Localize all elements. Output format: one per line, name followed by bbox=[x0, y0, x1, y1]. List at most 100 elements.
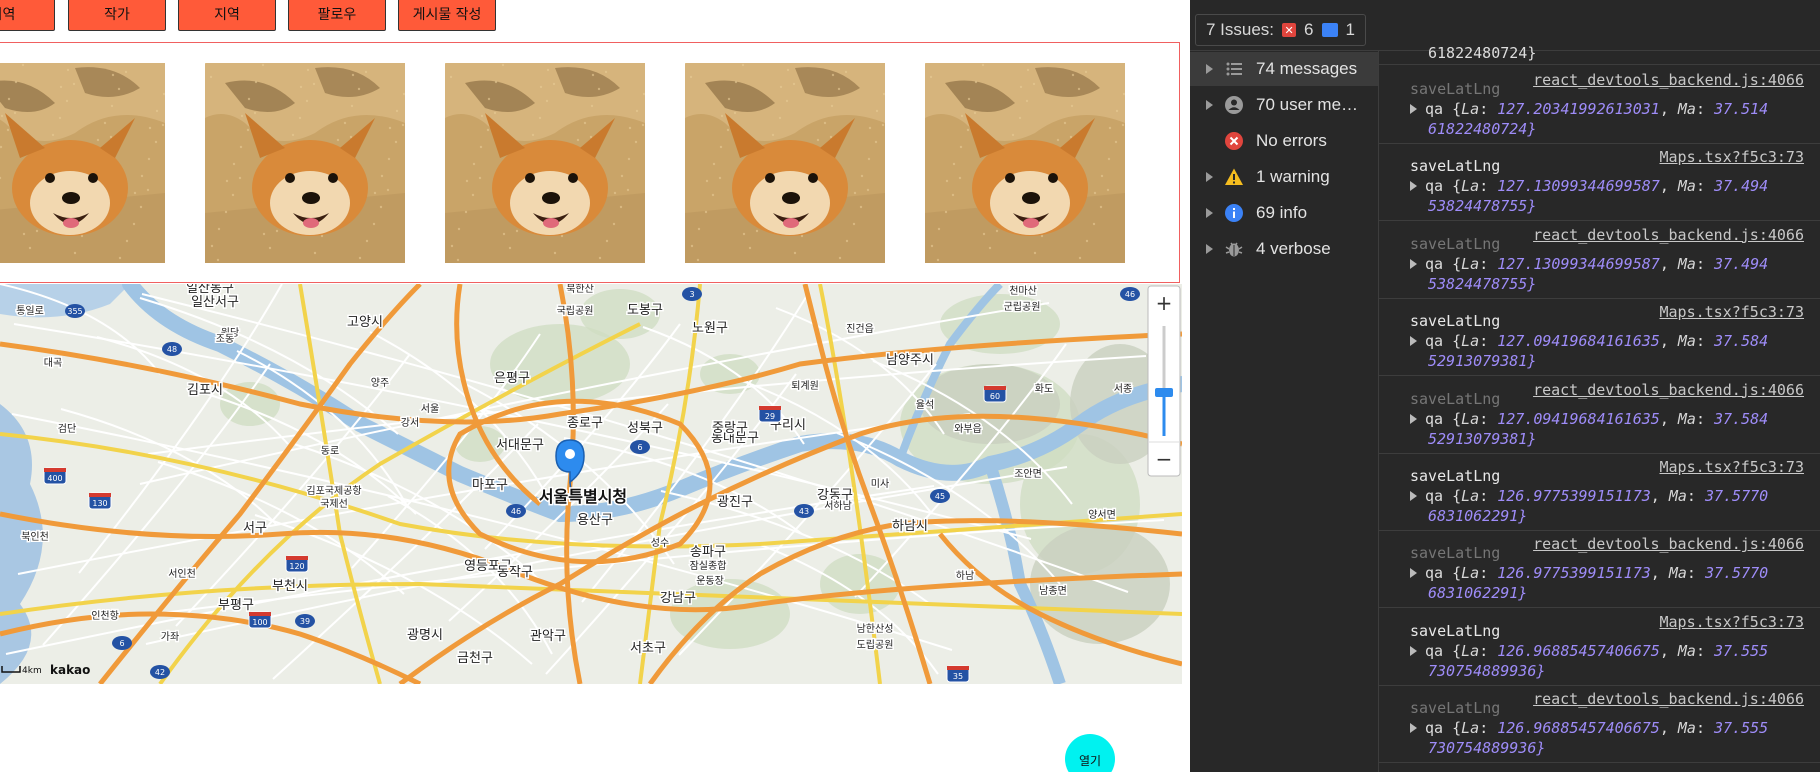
map-place-label: 운동장 bbox=[696, 575, 724, 587]
zoom-out-button[interactable]: − bbox=[1156, 447, 1173, 471]
log-object-line[interactable]: qa {La: 127.13099344699587, Ma: 37.494 bbox=[1410, 254, 1768, 274]
svg-text:355: 355 bbox=[67, 307, 82, 316]
source-link[interactable]: react_devtools_backend.js:4066 bbox=[1533, 70, 1804, 90]
console-separator bbox=[1378, 297, 1820, 299]
expand-arrow-icon[interactable] bbox=[1410, 336, 1417, 347]
dog-photo[interactable] bbox=[925, 63, 1125, 263]
map-place-label: 율석 bbox=[916, 399, 934, 411]
source-link[interactable]: Maps.tsx?f5c3:73 bbox=[1660, 457, 1805, 477]
highway-shield-icon: 130 bbox=[88, 492, 112, 510]
log-object-line[interactable]: qa {La: 126.9775399151173, Ma: 37.5770 bbox=[1410, 486, 1768, 506]
longitude-value: 37.5770 bbox=[1704, 564, 1769, 583]
latitude-value: 126.9775399151173 bbox=[1497, 487, 1651, 505]
svg-text:400: 400 bbox=[47, 474, 62, 483]
log-title: saveLatLng bbox=[1410, 80, 1501, 98]
map-place-label: 남양주시 bbox=[886, 353, 934, 368]
expand-arrow-icon[interactable] bbox=[1206, 64, 1213, 74]
dog-photo[interactable] bbox=[205, 63, 405, 263]
svg-text:45: 45 bbox=[935, 492, 945, 501]
sidebar-filter-list[interactable]: 74 messages bbox=[1190, 52, 1378, 86]
map-place-label: 진건읍 bbox=[846, 323, 874, 335]
expand-arrow-icon[interactable] bbox=[1206, 100, 1213, 110]
sidebar-filter-error[interactable]: No errors bbox=[1190, 124, 1378, 158]
highway-shield-icon: 60 bbox=[983, 385, 1007, 403]
log-object-continuation: 6831062291} bbox=[1428, 584, 1528, 603]
expand-arrow-icon[interactable] bbox=[1410, 491, 1417, 501]
expand-arrow-icon[interactable] bbox=[1410, 104, 1417, 114]
map-place-label: 관악구 bbox=[530, 629, 566, 644]
expand-arrow-icon[interactable] bbox=[1206, 172, 1213, 182]
expand-arrow-icon[interactable] bbox=[1410, 645, 1417, 656]
zoom-slider-handle[interactable] bbox=[1155, 388, 1173, 397]
log-object-continuation: 52913079381} bbox=[1428, 429, 1537, 448]
sidebar-filter-info[interactable]: 69 info bbox=[1190, 196, 1378, 230]
expand-arrow-icon[interactable] bbox=[1410, 258, 1417, 269]
log-object-line[interactable]: qa {La: 126.96885457406675, Ma: 37.555 bbox=[1410, 641, 1768, 661]
sidebar-filter-user[interactable]: 70 user me… bbox=[1190, 88, 1378, 122]
dog-photo[interactable] bbox=[685, 63, 885, 263]
sidebar-filter-label: No errors bbox=[1256, 131, 1327, 150]
log-object-line[interactable]: qa {La: 127.09419684161635, Ma: 37.584 bbox=[1410, 331, 1768, 351]
route-marker-icon: 42 bbox=[150, 665, 170, 679]
expand-arrow-icon[interactable] bbox=[1206, 244, 1213, 254]
source-link[interactable]: react_devtools_backend.js:4066 bbox=[1533, 380, 1804, 400]
map-place-label: 북한산 bbox=[566, 284, 594, 295]
create-post-button[interactable]: 게시물 작성 bbox=[398, 0, 496, 31]
expand-arrow-icon[interactable] bbox=[1410, 568, 1417, 579]
dog-photo[interactable] bbox=[0, 63, 165, 263]
source-link[interactable]: react_devtools_backend.js:4066 bbox=[1533, 534, 1804, 554]
log-title: saveLatLng bbox=[1410, 389, 1501, 408]
dog-photo[interactable] bbox=[445, 63, 645, 263]
source-link[interactable]: Maps.tsx?f5c3:73 bbox=[1660, 302, 1805, 322]
log-object-line[interactable]: qa {La: 127.13099344699587, Ma: 37.494 bbox=[1410, 176, 1768, 196]
error-count-icon: ✕ bbox=[1282, 23, 1297, 37]
map-place-label: 도봉구 bbox=[627, 303, 663, 318]
map-place-label: 금천구 bbox=[457, 651, 493, 666]
map-place-label: 송파구 bbox=[690, 545, 726, 560]
expand-arrow-icon[interactable] bbox=[1206, 208, 1213, 218]
author-button[interactable]: 작가 bbox=[68, 0, 166, 31]
map-place-label: 김포국제공항 bbox=[306, 485, 361, 497]
log-title: saveLatLng bbox=[1410, 234, 1501, 253]
map-place-label: 하남시 bbox=[892, 519, 928, 534]
info-icon bbox=[1224, 203, 1244, 223]
source-link[interactable]: react_devtools_backend.js:4066 bbox=[1533, 225, 1804, 245]
map-place-label: 서대문구 bbox=[496, 438, 544, 453]
svg-text:60: 60 bbox=[990, 392, 1000, 401]
log-title: saveLatLng bbox=[1410, 467, 1501, 485]
map-place-label: 국립공원 bbox=[557, 304, 594, 317]
source-link[interactable]: Maps.tsx?f5c3:73 bbox=[1660, 612, 1805, 632]
sidebar-filter-bug[interactable]: 4 verbose bbox=[1190, 232, 1378, 266]
console-separator bbox=[1378, 684, 1820, 686]
expand-arrow-icon[interactable] bbox=[1410, 413, 1417, 424]
map-place-label: 동로 bbox=[321, 445, 339, 457]
log-object-line[interactable]: qa {La: 126.96885457406675, Ma: 37.555 bbox=[1410, 718, 1768, 738]
sidebar-filter-warning[interactable]: 1 warning bbox=[1190, 160, 1378, 194]
region-button[interactable]: 지역 bbox=[0, 0, 55, 31]
log-object-line[interactable]: qa {La: 127.09419684161635, Ma: 37.584 bbox=[1410, 409, 1768, 429]
expand-arrow-icon[interactable] bbox=[1410, 181, 1417, 192]
region-button-2[interactable]: 지역 bbox=[178, 0, 276, 31]
open-button[interactable]: 열기 bbox=[1065, 734, 1115, 772]
map-place-label: 김포시 bbox=[187, 383, 223, 398]
issues-info: 1 bbox=[1345, 20, 1355, 39]
map-place-label: 성수 bbox=[651, 537, 669, 549]
expand-arrow-icon[interactable] bbox=[1410, 723, 1417, 734]
source-link[interactable]: Maps.tsx?f5c3:73 bbox=[1660, 147, 1805, 167]
map-canvas[interactable]: 일산동구일산서구고양시김포시북한산국립공원 도봉구노원구 진건읍남양주시구리시은평구… bbox=[0, 284, 1182, 684]
zoom-in-button[interactable]: + bbox=[1156, 291, 1173, 315]
map-place-label: 검단 bbox=[58, 423, 76, 435]
follow-button[interactable]: 팔로우 bbox=[288, 0, 386, 31]
map-place-label: 대곡 bbox=[44, 357, 62, 369]
log-object-line[interactable]: qa {La: 127.20341992613031, Ma: 37.514 bbox=[1410, 99, 1768, 119]
kakao-map[interactable]: 일산동구 일산서구 고양시 김포시 북한산 국립공원 도봉구 노원구 진건읍 남양주시 구리시 은평구… bbox=[0, 284, 1182, 684]
list-icon bbox=[1224, 59, 1244, 79]
svg-text:35: 35 bbox=[953, 672, 963, 681]
issues-counter[interactable]: 7 Issues: ✕ 6 1 bbox=[1195, 14, 1366, 46]
sidebar-filter-label: 70 user me… bbox=[1256, 95, 1359, 114]
log-object-continuation: 53824478755} bbox=[1428, 274, 1537, 293]
longitude-value: 37.584 bbox=[1714, 409, 1769, 428]
route-marker-icon: 6 bbox=[630, 440, 650, 454]
log-object-line[interactable]: qa {La: 126.9775399151173, Ma: 37.5770 bbox=[1410, 563, 1768, 583]
source-link[interactable]: react_devtools_backend.js:4066 bbox=[1533, 689, 1804, 709]
